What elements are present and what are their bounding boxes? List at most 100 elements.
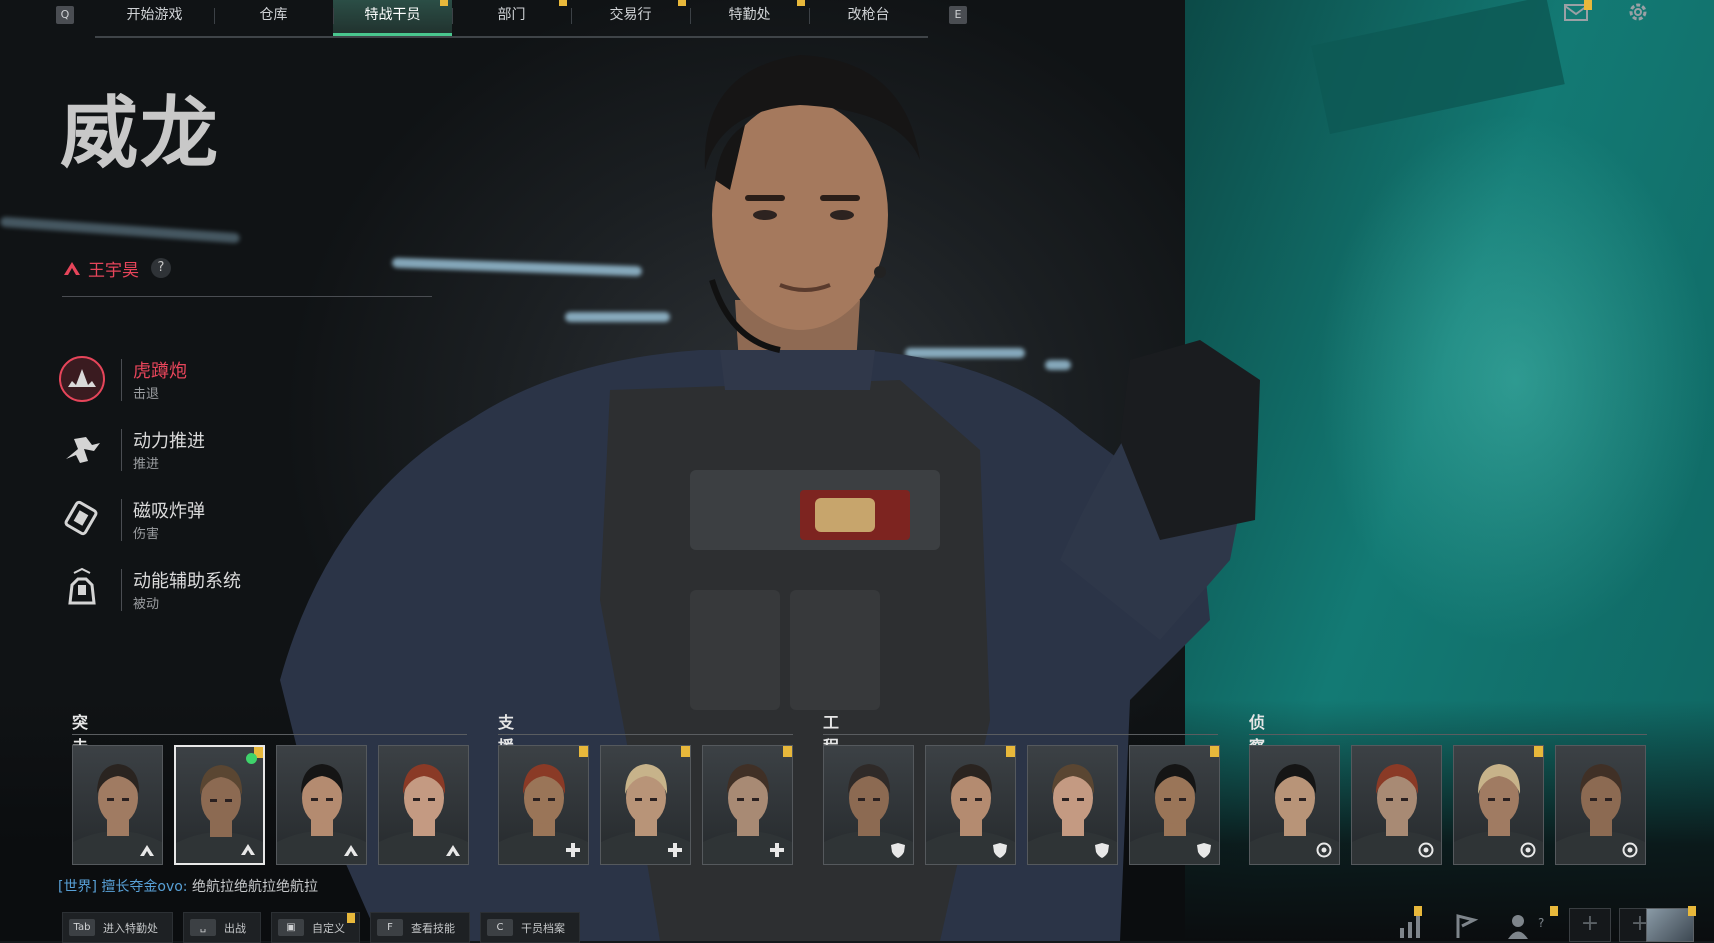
ability-separator [121,499,122,541]
key-cap: ▣ [278,919,304,936]
operator-card[interactable] [600,745,691,865]
tab-left-key-hint: Q [56,6,74,24]
equipped-indicator [246,753,257,764]
operator-card[interactable] [1249,745,1340,865]
support-plus-icon [668,843,682,857]
tab-trading-house[interactable]: 交易行 [571,0,690,34]
chat-channel: [世界] [58,879,97,895]
ability-separator [121,569,122,611]
hint-label: 自定义 [312,921,345,935]
key-cap: F [377,919,403,936]
assault-chevron-icon [446,845,460,856]
tab-label: 改枪台 [847,7,890,23]
top-right-icons [1564,0,1684,30]
operator-card[interactable] [276,745,367,865]
operator-card[interactable] [925,745,1016,865]
operator-identity-row: 王宇昊 ? [62,256,171,281]
tab-label: 交易行 [609,7,652,23]
top-nav-bar: Q 开始游戏 仓库 特战干员 部门 交易行 特勤处 改枪台 E [56,0,967,38]
tiger-cannon-icon [59,356,105,402]
tab-department[interactable]: 部门 [452,0,571,34]
operator-card[interactable] [1555,745,1646,865]
hint-operator-profile[interactable]: C 干员档案 [480,912,580,943]
notice-badge [559,0,567,6]
tab-start-game[interactable]: 开始游戏 [95,0,214,34]
ceiling-light [905,348,1025,358]
ability-item-tiger-cannon[interactable]: 虎蹲炮 击退 [58,355,418,425]
ceiling-light [565,312,670,322]
ability-type: 被动 [133,597,160,612]
key-hints-bar: Tab 进入特勤处 ␣ 出战 ▣ 自定义 F 查看技能 C 干员档案 [62,912,580,943]
tab-warehouse[interactable]: 仓库 [214,0,333,34]
tab-gunsmith[interactable]: 改枪台 [809,0,928,34]
chat-sender: 擅长夺金ovo: [101,879,188,895]
ability-separator [121,359,122,401]
notice-badge [347,913,355,923]
hint-view-skills[interactable]: F 查看技能 [370,912,470,943]
ability-type: 推进 [133,457,160,472]
notice-badge [1210,746,1219,757]
operator-card[interactable] [1351,745,1442,865]
operator-card[interactable] [702,745,793,865]
tab-label: 特战干员 [364,7,421,23]
ability-title: 磁吸炸弹 [133,501,205,522]
notice-badge [1414,906,1422,916]
group-divider [823,734,1218,735]
tab-special-ops[interactable]: 特勤处 [690,0,809,34]
invite-slot-button[interactable]: + [1569,908,1611,942]
operator-card[interactable] [1129,745,1220,865]
avatar[interactable] [1646,908,1694,942]
notice-badge [1534,746,1543,757]
assault-chevron-icon [344,845,358,856]
assault-class-icon [64,262,80,275]
tab-operators[interactable]: 特战干员 [333,0,452,36]
hint-deploy[interactable]: ␣ 出战 [183,912,261,943]
assault-chevron-icon [140,845,154,856]
help-icon[interactable]: ? [151,258,171,278]
world-chat[interactable]: [世界] 擅长夺金ovo: 绝航拉绝航拉绝航拉 [58,876,318,896]
operator-card[interactable] [174,745,265,865]
operator-card[interactable] [72,745,163,865]
ability-item-kinetic-system[interactable]: 动能辅助系统 被动 [58,565,418,635]
notice-badge [579,746,588,757]
group-divider [72,734,467,735]
assault-chevron-icon [241,844,255,855]
ability-title: 虎蹲炮 [133,361,187,382]
recon-target-icon [1418,842,1434,858]
stats-icon[interactable] [1396,912,1426,940]
hint-enter-special-ops[interactable]: Tab 进入特勤处 [62,912,173,943]
support-plus-icon [566,843,580,857]
hint-label: 出战 [224,921,246,935]
notice-badge [1688,906,1696,916]
ability-list: 虎蹲炮 击退 动力推进 推进 磁吸炸弹 伤害 动能辅助系统 被动 [58,355,418,635]
magnetic-bomb-icon [64,500,98,536]
friends-icon[interactable] [1506,912,1536,940]
tab-label: 开始游戏 [126,7,183,23]
recon-target-icon [1520,842,1536,858]
support-plus-icon [770,843,784,857]
flag-icon[interactable] [1452,912,1482,940]
notice-badge [681,746,690,757]
notice-badge [783,746,792,757]
ability-separator [121,429,122,471]
ability-item-power-dash[interactable]: 动力推进 推进 [58,425,418,495]
tab-label: 特勤处 [728,7,771,23]
operator-card[interactable] [378,745,469,865]
operator-card[interactable] [823,745,914,865]
mail-notice-badge [1584,0,1592,10]
notice-badge [1006,746,1015,757]
engineer-shield-icon [993,843,1007,858]
operator-card[interactable] [1453,745,1544,865]
operator-card[interactable] [498,745,589,865]
ability-item-magnetic-bomb[interactable]: 磁吸炸弹 伤害 [58,495,418,565]
group-divider [498,734,793,735]
operator-real-name: 王宇昊 [88,260,139,281]
key-cap: C [487,919,513,936]
hint-customize[interactable]: ▣ 自定义 [271,912,360,943]
engineer-shield-icon [1095,843,1109,858]
tab-label: 部门 [497,7,526,23]
gear-icon[interactable] [1626,0,1650,24]
ability-title: 动能辅助系统 [133,571,241,592]
operator-card[interactable] [1027,745,1118,865]
engineer-shield-icon [891,843,905,858]
